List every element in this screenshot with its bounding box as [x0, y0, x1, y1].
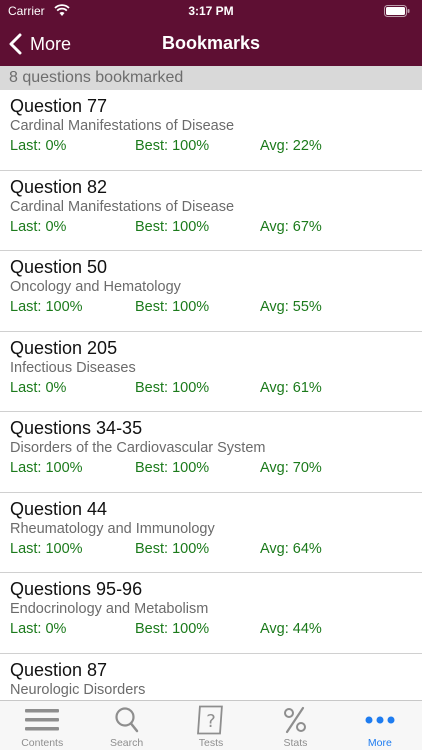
average-score: Avg: 70%	[260, 460, 322, 476]
app-header: Carrier 3:17 PM More Bookmarks	[0, 0, 422, 66]
question-stats: Last: 0% Best: 100% Avg: 67%	[10, 217, 422, 237]
question-stats: Last: 100% Best: 100% Avg: 70%	[10, 458, 422, 478]
last-score: Last: 100%	[10, 540, 83, 557]
question-mark-icon: ?	[197, 705, 223, 735]
tab-tests[interactable]: ? Tests	[169, 701, 253, 750]
tab-label: Contents	[21, 737, 64, 749]
tab-contents[interactable]: Contents	[0, 701, 84, 750]
bookmark-count-header: 8 questions bookmarked	[0, 66, 422, 90]
bookmark-row[interactable]: Question 44 Rheumatology and Immunology …	[0, 493, 422, 573]
tab-more[interactable]: More	[338, 701, 422, 750]
bookmark-row[interactable]: Question 77 Cardinal Manifestations of D…	[0, 90, 422, 171]
question-title: Questions 95-96	[10, 579, 143, 599]
bookmark-row[interactable]: Questions 34-35 Disorders of the Cardiov…	[0, 412, 422, 493]
more-dots-icon	[365, 716, 395, 724]
question-title: Questions 34-35	[10, 418, 143, 438]
bookmark-row[interactable]: Question 82 Cardinal Manifestations of D…	[0, 171, 422, 251]
bookmark-row[interactable]: Question 205 Infectious Diseases Last: 0…	[0, 332, 422, 412]
average-score: Avg: 55%	[260, 299, 322, 315]
last-score: Last: 0%	[10, 138, 67, 154]
last-score: Last: 100%	[10, 299, 83, 315]
average-score: Avg: 61%	[260, 379, 322, 396]
best-score: Best: 100%	[135, 218, 210, 235]
best-score: Best: 100%	[135, 621, 210, 637]
tab-label: Tests	[198, 737, 224, 749]
bookmark-row[interactable]: Question 50 Oncology and Hematology Last…	[0, 251, 422, 332]
question-title: Question 44	[10, 498, 108, 519]
best-score: Best: 100%	[135, 379, 210, 396]
last-score: Last: 0%	[10, 379, 67, 396]
question-title: Question 205	[10, 337, 118, 358]
question-title: Question 87	[10, 659, 108, 680]
question-category: Rheumatology and Immunology	[10, 520, 215, 537]
tab-label: Search	[109, 737, 144, 749]
question-title: Question 82	[10, 176, 108, 197]
tab-label: Stats	[283, 737, 308, 749]
search-icon	[115, 707, 138, 733]
bookmark-row[interactable]: Question 87 Neurologic Disorders	[0, 654, 422, 701]
status-time: 3:17 PM	[188, 4, 234, 18]
question-title: Question 77	[10, 96, 108, 116]
last-score: Last: 0%	[10, 621, 67, 637]
last-score: Last: 0%	[10, 218, 67, 235]
bookmark-list[interactable]: Question 77 Cardinal Manifestations of D…	[0, 90, 422, 700]
question-title: Question 50	[10, 257, 108, 277]
battery-icon	[384, 5, 410, 17]
question-category: Disorders of the Cardiovascular System	[10, 440, 266, 456]
svg-text:?: ?	[206, 711, 216, 732]
tab-bar: Contents Search ? Tests Stats More	[0, 700, 422, 750]
tab-label: More	[367, 737, 392, 749]
percent-icon	[284, 706, 307, 734]
best-score: Best: 100%	[135, 460, 210, 476]
navigation-bar: More Bookmarks	[0, 22, 422, 66]
best-score: Best: 100%	[135, 138, 210, 154]
status-bar: Carrier 3:17 PM	[0, 0, 422, 22]
best-score: Best: 100%	[135, 540, 210, 557]
question-category: Infectious Diseases	[10, 359, 136, 376]
question-category: Cardinal Manifestations of Disease	[10, 118, 235, 134]
average-score: Avg: 64%	[260, 540, 322, 557]
question-stats: Last: 0% Best: 100% Avg: 22%	[10, 136, 422, 156]
last-score: Last: 100%	[10, 460, 83, 476]
question-stats: Last: 0% Best: 100% Avg: 61%	[10, 378, 422, 398]
question-category: Neurologic Disorders	[10, 681, 146, 698]
question-stats: Last: 0% Best: 100% Avg: 44%	[10, 619, 422, 639]
page-title: Bookmarks	[161, 33, 261, 53]
tab-search[interactable]: Search	[84, 701, 168, 750]
tab-stats[interactable]: Stats	[253, 701, 337, 750]
average-score: Avg: 22%	[260, 138, 322, 154]
question-category: Endocrinology and Metabolism	[10, 601, 209, 617]
bookmark-row[interactable]: Questions 95-96 Endocrinology and Metabo…	[0, 573, 422, 654]
question-category: Oncology and Hematology	[10, 279, 181, 295]
list-icon	[25, 709, 60, 731]
average-score: Avg: 44%	[260, 621, 322, 637]
question-stats: Last: 100% Best: 100% Avg: 64%	[10, 539, 422, 559]
question-category: Cardinal Manifestations of Disease	[10, 198, 235, 215]
best-score: Best: 100%	[135, 299, 210, 315]
average-score: Avg: 67%	[260, 218, 322, 235]
question-stats: Last: 100% Best: 100% Avg: 55%	[10, 297, 422, 317]
